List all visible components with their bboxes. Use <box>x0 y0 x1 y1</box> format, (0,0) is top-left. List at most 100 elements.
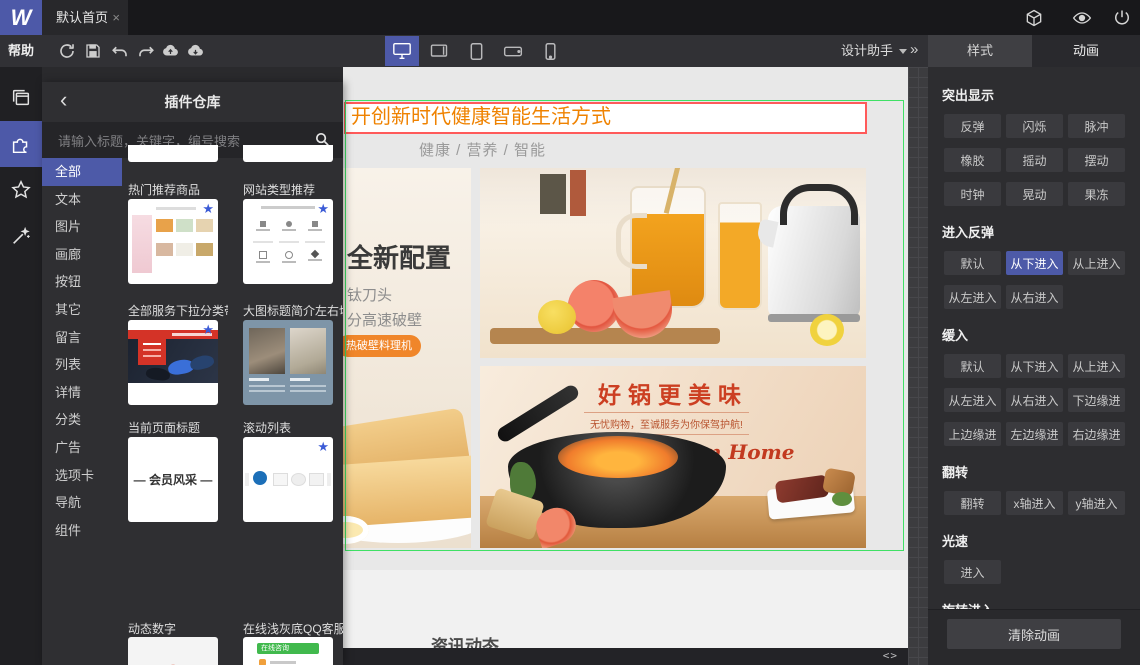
anim-button-active[interactable]: 从下进入 <box>1006 251 1063 275</box>
anim-button[interactable]: 从上进入 <box>1068 354 1125 378</box>
tab-animation[interactable]: 动画 <box>1032 35 1140 67</box>
plugin-card-scroll-list[interactable]: ★ <box>243 437 333 522</box>
design-canvas[interactable]: 开创新时代健康智能生活方式 健康 / 营养 / 智能 全新配置 钛刀头 分高速破… <box>343 67 908 665</box>
thumb-shape <box>305 249 325 271</box>
category-item-all[interactable]: 全部 <box>42 158 122 186</box>
anim-button[interactable]: 默认 <box>944 354 1001 378</box>
hero-wok-banner[interactable]: 好锅更美味 无忧购物，至诚服务为你保驾护航! Warm Home <box>480 366 866 548</box>
device-laptop-button[interactable] <box>422 36 456 66</box>
anim-button[interactable]: 默认 <box>944 251 1001 275</box>
device-phone-button[interactable] <box>533 36 567 66</box>
page-tab[interactable]: 默认首页 × <box>42 0 128 35</box>
help-button[interactable]: 帮助 <box>8 35 34 67</box>
anim-button[interactable]: 进入 <box>944 560 1001 584</box>
anim-button[interactable]: 摆动 <box>1068 148 1125 172</box>
plugin-card-site-types[interactable]: ★ <box>243 199 333 284</box>
anim-button[interactable]: 果冻 <box>1068 182 1125 206</box>
anim-button[interactable]: 上边缘进 <box>944 422 1001 446</box>
plugin-card-dynamic-number[interactable]: 0 <box>128 637 218 665</box>
category-item-list[interactable]: 列表 <box>42 351 122 379</box>
plugin-card-partial[interactable] <box>128 145 218 162</box>
anim-button[interactable]: 脉冲 <box>1068 114 1125 138</box>
category-item-image[interactable]: 图片 <box>42 213 122 241</box>
category-item-component[interactable]: 组件 <box>42 517 122 545</box>
cloud-upload-icon[interactable] <box>161 42 179 60</box>
rail-plugins-icon[interactable] <box>0 121 42 167</box>
code-view-icon[interactable]: <> <box>883 649 898 662</box>
hero-feature-2: 分高速破壁 <box>347 312 423 329</box>
category-item-message[interactable]: 留言 <box>42 324 122 352</box>
rail-magic-wand-icon[interactable] <box>0 213 42 259</box>
grapefruit-shape <box>568 280 620 332</box>
plugin-card-partial[interactable] <box>243 145 333 162</box>
undo-icon[interactable] <box>111 42 129 60</box>
anim-button[interactable]: 从左进入 <box>944 285 1001 309</box>
hero-left-image[interactable]: 全新配置 钛刀头 分高速破壁 热破壁料理机 <box>343 168 471 548</box>
anim-button[interactable]: 晃动 <box>1006 182 1063 206</box>
redo-icon[interactable] <box>137 42 155 60</box>
anim-button[interactable]: 翻转 <box>944 491 1001 515</box>
thumb-shape <box>305 219 325 243</box>
anim-button[interactable]: 右边缘进 <box>1068 422 1125 446</box>
refresh-icon[interactable] <box>58 42 76 60</box>
components-cube-icon[interactable] <box>1024 8 1044 28</box>
category-item-ad[interactable]: 广告 <box>42 434 122 462</box>
favorite-star-icon[interactable]: ★ <box>202 322 214 338</box>
anim-button[interactable]: 左边缘进 <box>1006 422 1063 446</box>
anim-button[interactable]: 时钟 <box>944 182 1001 206</box>
thumb-shape <box>196 219 213 232</box>
category-item-nav[interactable]: 导航 <box>42 489 122 517</box>
rail-pages-icon[interactable] <box>0 75 42 121</box>
canvas-bottom-bar: <> <box>343 648 908 665</box>
anim-button[interactable]: 从右进入 <box>1006 285 1063 309</box>
category-item-button[interactable]: 按钮 <box>42 268 122 296</box>
anim-button[interactable]: 从左进入 <box>944 388 1001 412</box>
greens-shape <box>832 492 852 506</box>
plugin-card-hot-products[interactable]: ★ <box>128 199 218 284</box>
category-item-classify[interactable]: 分类 <box>42 406 122 434</box>
more-chevrons[interactable]: » <box>910 35 918 67</box>
save-icon[interactable] <box>84 42 102 60</box>
page-hero-subtitle[interactable]: 健康 / 营养 / 智能 <box>419 139 546 160</box>
anim-button[interactable]: 反弹 <box>944 114 1001 138</box>
anim-button[interactable]: 橡胶 <box>944 148 1001 172</box>
app-logo[interactable]: W <box>0 0 42 35</box>
anim-button[interactable]: 从右进入 <box>1006 388 1063 412</box>
thumb-shape <box>327 473 331 486</box>
banner-title: 好锅更美味 <box>598 382 748 408</box>
favorite-star-icon[interactable]: ★ <box>202 201 214 217</box>
preview-eye-icon[interactable] <box>1072 8 1092 28</box>
category-item-detail[interactable]: 详情 <box>42 379 122 407</box>
category-item-gallery[interactable]: 画廊 <box>42 241 122 269</box>
selected-title-element[interactable]: 开创新时代健康智能生活方式 <box>344 102 867 134</box>
anim-button[interactable]: 从上进入 <box>1068 251 1125 275</box>
anim-button[interactable]: 闪烁 <box>1006 114 1063 138</box>
anim-button[interactable]: 下边缘进 <box>1068 388 1125 412</box>
rail-favorites-star-icon[interactable] <box>0 167 42 213</box>
tab-style[interactable]: 样式 <box>928 35 1032 67</box>
plugin-card-page-title[interactable]: — 会员风采 — <box>128 437 218 522</box>
category-item-other[interactable]: 其它 <box>42 296 122 324</box>
device-tablet-button[interactable] <box>459 36 493 66</box>
plugin-card-dropdown-nav[interactable]: ★ <box>128 320 218 405</box>
cloud-download-icon[interactable] <box>186 42 204 60</box>
power-icon[interactable] <box>1112 8 1132 28</box>
favorite-star-icon[interactable]: ★ <box>317 201 329 217</box>
thumb-shape <box>273 473 288 486</box>
hero-juice-image[interactable] <box>480 168 866 358</box>
device-phone-landscape-button[interactable] <box>496 36 530 66</box>
design-assistant-dropdown[interactable]: 设计助手 <box>841 35 908 67</box>
clear-animation-button[interactable]: 清除动画 <box>947 619 1121 649</box>
plugin-card-qq-service[interactable]: 在线咨询 <box>243 637 333 665</box>
device-desktop-button[interactable] <box>385 36 419 66</box>
plugin-card-image-slider[interactable] <box>243 320 333 405</box>
close-tab-icon[interactable]: × <box>112 0 120 35</box>
thumb-shape <box>249 385 285 387</box>
favorite-star-icon[interactable]: ★ <box>317 439 329 455</box>
category-item-text[interactable]: 文本 <box>42 186 122 214</box>
anim-button[interactable]: x轴进入 <box>1006 491 1063 515</box>
anim-button[interactable]: 摇动 <box>1006 148 1063 172</box>
anim-button[interactable]: y轴进入 <box>1068 491 1125 515</box>
category-item-tabs[interactable]: 选项卡 <box>42 462 122 490</box>
anim-button[interactable]: 从下进入 <box>1006 354 1063 378</box>
